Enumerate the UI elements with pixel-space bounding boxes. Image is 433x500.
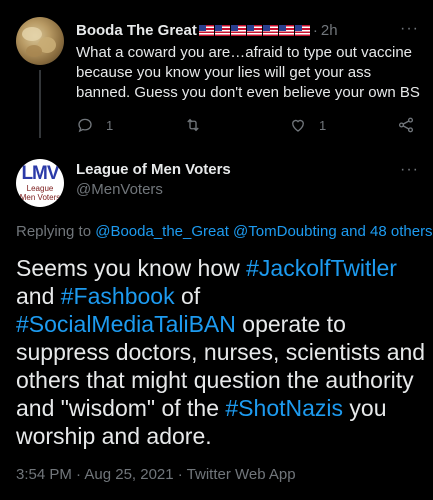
avatar[interactable]: LMV League Men Voters	[16, 159, 64, 207]
like-icon	[292, 119, 304, 132]
us-flag-icon	[246, 24, 262, 36]
reply-count: 1	[106, 117, 114, 133]
mention-link[interactable]: @Booda_the_Great	[95, 223, 229, 240]
replying-to: Replying to @Booda_the_Great @TomDoubtin…	[16, 223, 433, 240]
tweet-header: Booda The Great · 2h	[76, 20, 421, 40]
us-flag-icon	[214, 24, 230, 36]
avatar-logo-subtext: League	[26, 184, 54, 193]
avatar-logo-text: LMV	[21, 163, 59, 184]
like-button[interactable]: 1	[289, 116, 326, 134]
retweet-icon	[187, 118, 199, 132]
hashtag-link[interactable]: #SocialMediaTaliBAN	[16, 311, 236, 337]
us-flag-icon	[230, 24, 246, 36]
tweet-actions: 1 1	[76, 116, 421, 136]
hashtag-link[interactable]: #Fashbook	[61, 283, 175, 309]
author-name[interactable]: League of Men Voters	[76, 161, 231, 178]
tweet-timestamp[interactable]: 3:54 PM · Aug 25, 2021 · Twitter Web App	[16, 466, 296, 483]
tweet-body: What a coward you are…afraid to type out…	[76, 44, 420, 101]
thread-line	[39, 70, 41, 138]
hashtag-link[interactable]: #ShotNazis	[225, 395, 343, 421]
us-flag-icon	[294, 24, 310, 36]
more-icon[interactable]: ···	[400, 161, 419, 179]
reply-button[interactable]: 1	[76, 116, 113, 134]
avatar-logo-subtext: Men Voters	[19, 193, 61, 202]
us-flag-icon	[198, 24, 214, 36]
tweet-header: League of Men Voters @MenVoters	[76, 161, 231, 198]
share-icon	[398, 117, 414, 133]
share-button[interactable]	[397, 116, 415, 134]
mention-link[interactable]: @TomDoubting	[233, 223, 337, 240]
separator: ·	[312, 21, 318, 39]
like-count: 1	[319, 117, 327, 133]
others-link[interactable]: and 48 others	[337, 223, 433, 240]
tweet-text: Seems you know how #JackolfTwitler and #…	[16, 254, 426, 450]
us-flag-icon	[278, 24, 294, 36]
tweet-time[interactable]: 2h	[321, 22, 338, 39]
flag-emoji-row	[198, 24, 310, 36]
text-segment: Seems you know how	[16, 255, 247, 281]
more-icon[interactable]: ···	[400, 20, 419, 38]
text-segment: of	[174, 283, 201, 309]
text-segment: and	[16, 283, 61, 309]
hashtag-link[interactable]: #JackolfTwitler	[246, 255, 397, 281]
avatar[interactable]	[16, 17, 64, 65]
replying-prefix: Replying to	[16, 223, 96, 240]
reply-icon	[78, 118, 92, 133]
reply-tweet[interactable]: Booda The Great · 2h ··· What a coward y…	[0, 0, 433, 148]
retweet-button[interactable]	[184, 116, 214, 134]
us-flag-icon	[262, 24, 278, 36]
author-name[interactable]: Booda The Great	[76, 22, 197, 39]
author-handle[interactable]: @MenVoters	[76, 181, 231, 198]
